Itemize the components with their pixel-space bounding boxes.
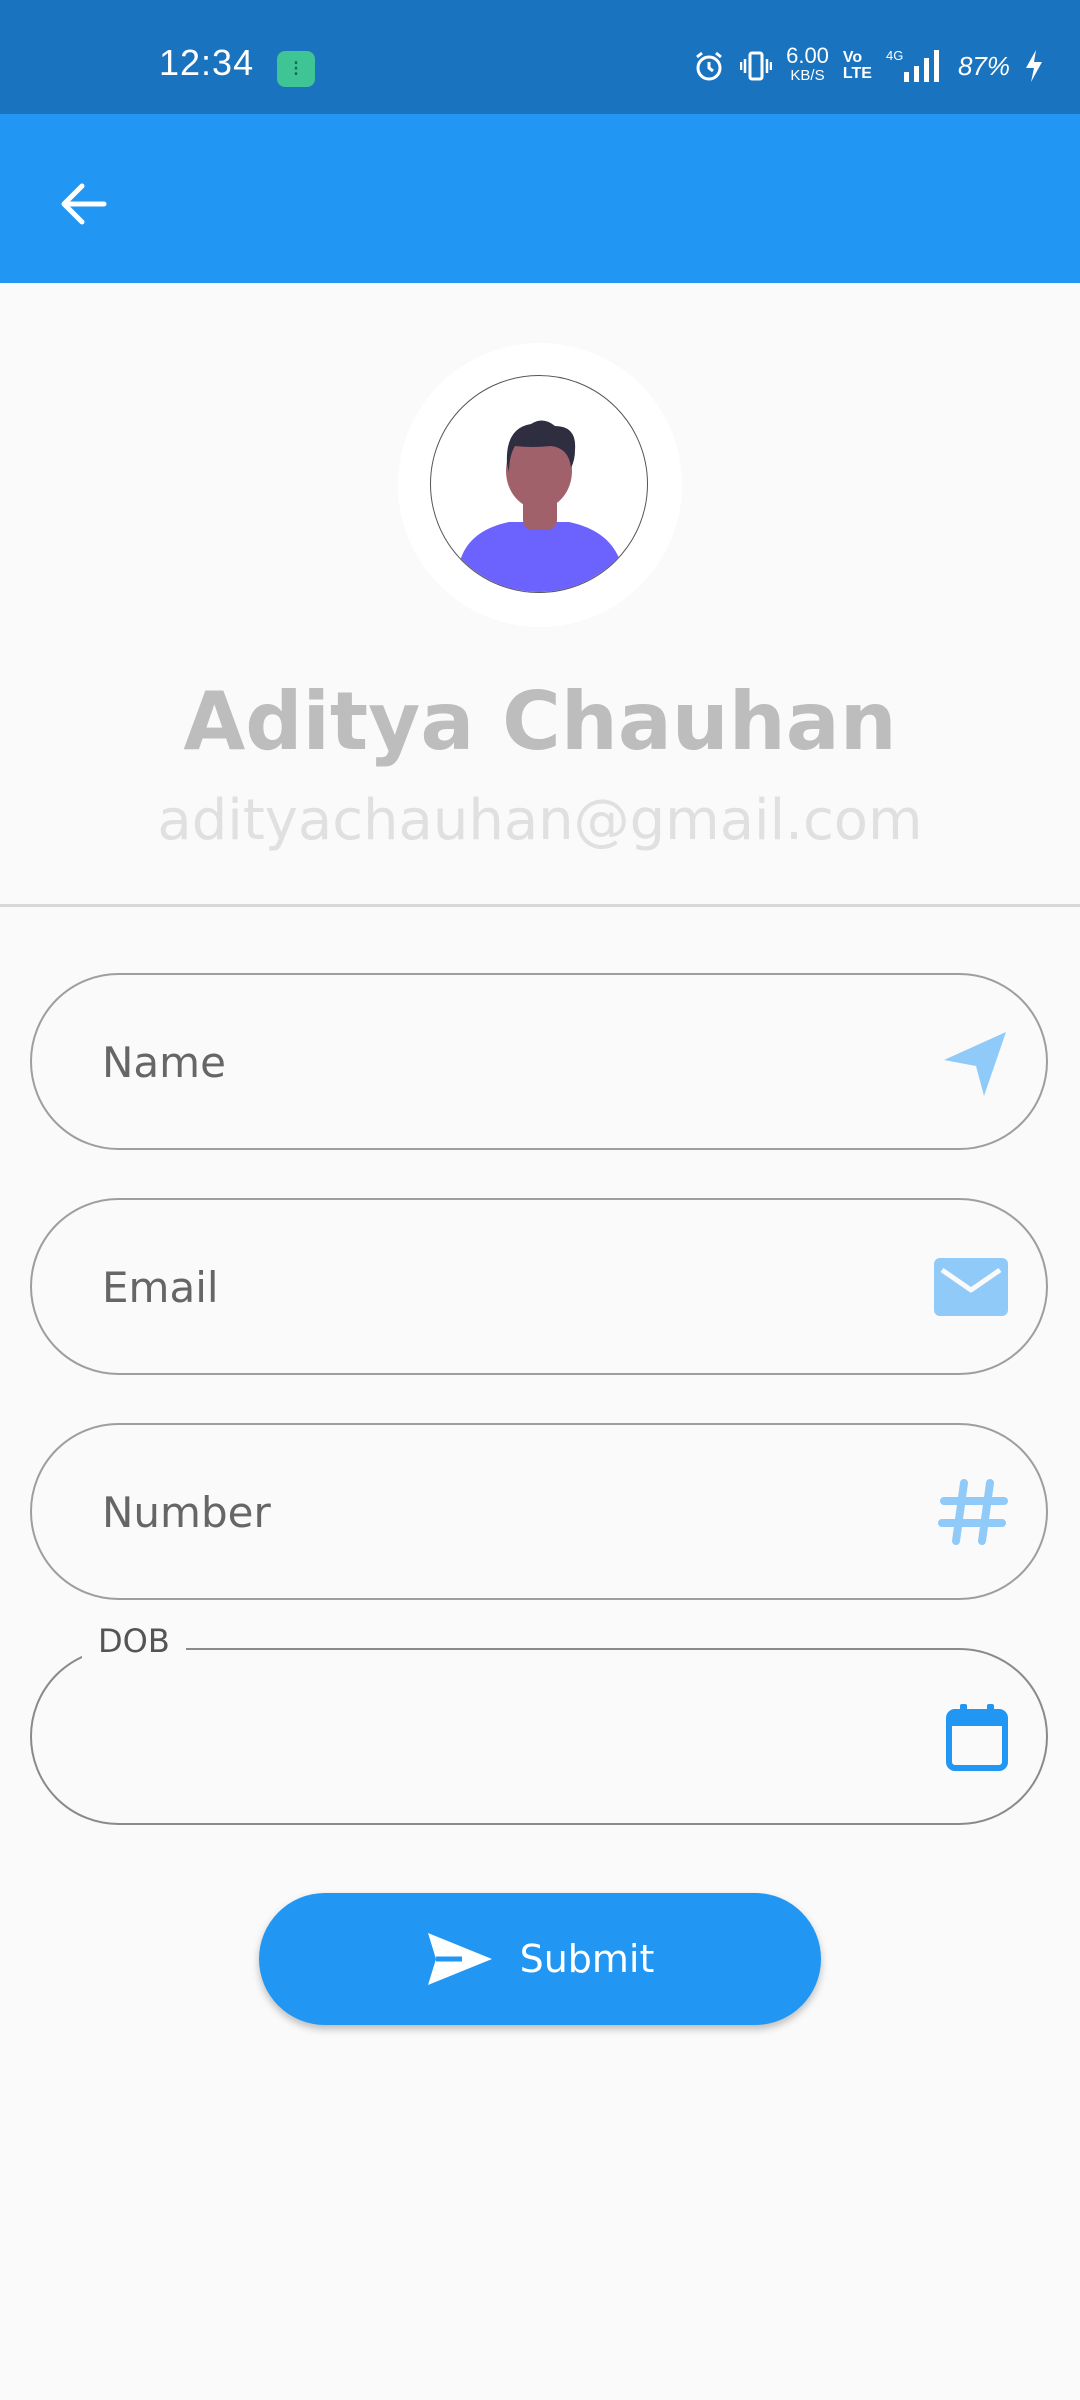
net-speed-unit: KB/S (790, 67, 825, 84)
battery-level: 87% (957, 50, 1010, 81)
email-field[interactable] (30, 1198, 1048, 1375)
send-icon (427, 1933, 492, 1985)
status-bar: 12:34 ⁝ 6.00 KB/S Vo LTE 4G 87% (0, 0, 1080, 114)
name-input[interactable] (100, 975, 924, 1150)
number-field[interactable] (30, 1423, 1048, 1600)
status-time: 12:34 (159, 42, 255, 83)
signal-icon: 4G (886, 48, 944, 84)
status-icons: 6.00 KB/S Vo LTE 4G 87% (692, 44, 1044, 88)
submit-label: Submit (519, 1937, 655, 1981)
mail-icon (932, 1256, 1010, 1318)
charging-icon (1024, 48, 1044, 84)
calendar-icon[interactable] (944, 1702, 1010, 1772)
profile-email: adityachauhan@gmail.com (157, 788, 923, 853)
navigation-arrow-icon (938, 1026, 1010, 1098)
profile-name: Aditya Chauhan (183, 675, 897, 768)
avatar[interactable] (430, 375, 648, 593)
svg-text:4G: 4G (886, 48, 903, 63)
net-speed-value: 6.00 (786, 43, 829, 68)
volte-label: Vo LTE (842, 49, 872, 82)
back-button[interactable] (48, 168, 120, 240)
dob-input[interactable] (100, 1650, 924, 1825)
app-bar (0, 114, 1080, 283)
app-notification-icon: ⁝ (277, 51, 315, 87)
arrow-back-icon (61, 183, 107, 225)
number-input[interactable] (100, 1425, 924, 1600)
avatar-illustration (461, 420, 619, 592)
name-field[interactable] (30, 973, 1048, 1150)
hash-icon (938, 1477, 1010, 1547)
email-input[interactable] (100, 1200, 924, 1375)
vibrate-icon (740, 49, 773, 83)
dob-field[interactable]: DOB (30, 1622, 1048, 1825)
net-speed: 6.00 KB/S (786, 43, 829, 86)
alarm-icon (692, 49, 726, 83)
divider (0, 904, 1080, 907)
submit-button[interactable]: Submit (259, 1893, 821, 2025)
